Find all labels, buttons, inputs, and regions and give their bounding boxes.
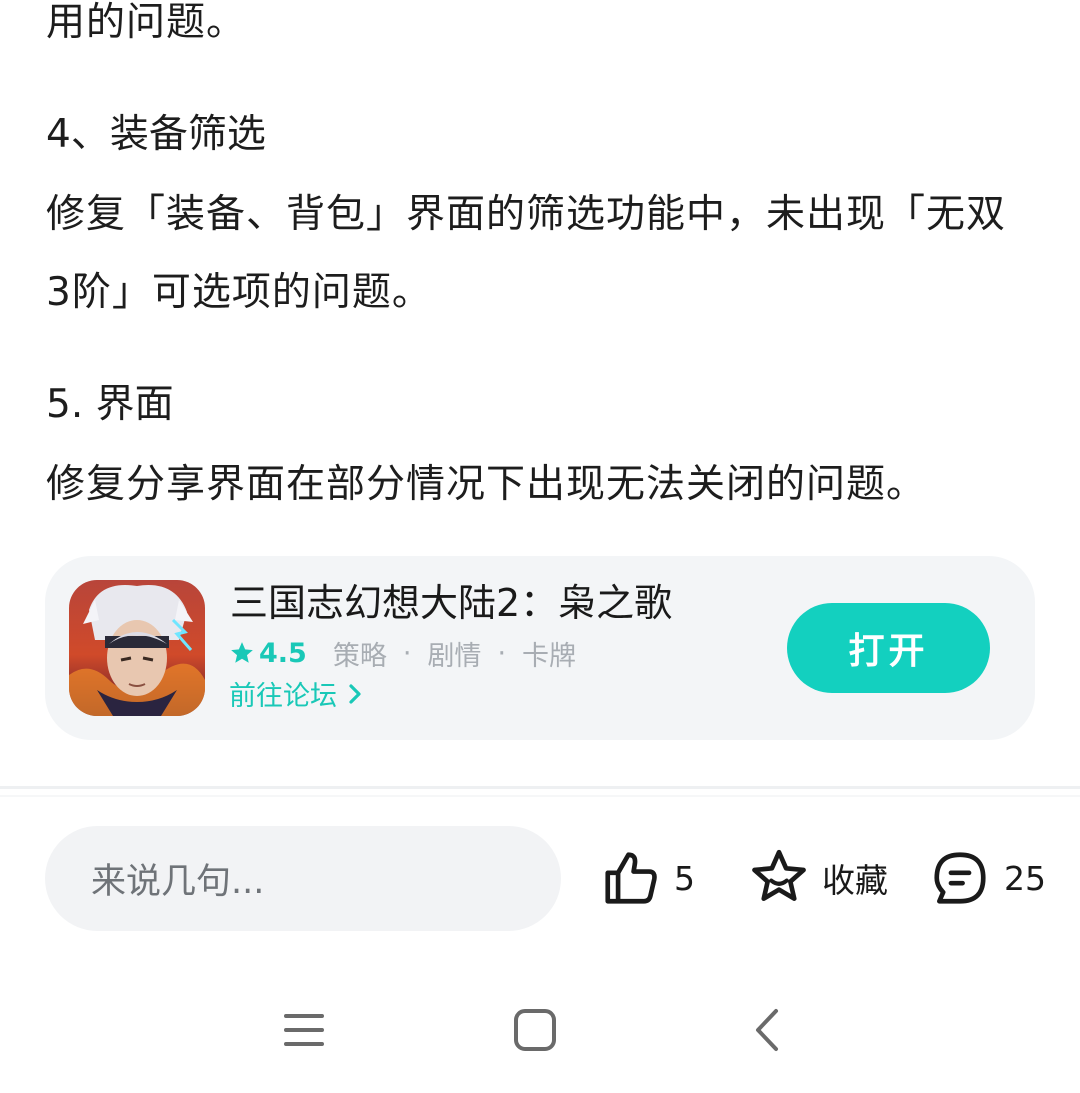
game-title[interactable]: 三国志幻想大陆2：枭之歌 [230,578,672,628]
star-outline-icon [748,847,810,909]
section-4-title: 4、装备筛选 [46,112,266,157]
open-game-button[interactable]: 打开 [787,603,990,693]
game-tag: 卡牌 [522,640,577,672]
divider [0,786,1080,789]
favorite-label: 收藏 [822,861,888,900]
system-nav-bar [0,1000,1080,1060]
comment-count: 25 [1004,858,1046,898]
home-icon[interactable] [505,1000,565,1060]
thumbs-up-icon [600,847,662,909]
section-4-body: 修复「装备、背包」界面的筛选功能中，未出现「无双3阶」可选项的问题。 [46,192,1007,315]
game-tag: 策略 [332,640,387,672]
game-meta: 4.5 策略 · 剧情 · 卡牌 [229,633,576,673]
like-count: 5 [674,858,695,898]
game-rating: 4.5 [259,637,307,669]
like-button[interactable]: 5 [600,845,695,911]
divider [0,795,1080,797]
game-card[interactable]: 三国志幻想大陆2：枭之歌 4.5 策略 · 剧情 · 卡牌 前往论坛 打开 [45,556,1035,740]
tag-separator: · [497,637,507,669]
menu-icon[interactable] [274,1000,334,1060]
forum-link-label: 前往论坛 [229,681,337,712]
forum-link[interactable]: 前往论坛 [229,674,365,713]
star-icon [229,640,255,666]
comment-input[interactable]: 来说几句... [45,826,561,931]
section-5-title: 5. 界面 [46,382,174,427]
chevron-right-icon [345,682,365,706]
section-5-body: 修复分享界面在部分情况下出现无法关闭的问题。 [46,462,927,507]
game-icon[interactable] [69,580,205,716]
favorite-button[interactable]: 收藏 [748,845,888,911]
comment-bubble-icon [928,847,992,909]
game-tag: 剧情 [427,640,482,672]
paragraph-end: 用的问题。 [46,0,247,45]
back-icon[interactable] [737,1000,797,1060]
app-screen: 用的问题。 4、装备筛选 修复「装备、背包」界面的筛选功能中，未出现「无双3阶」… [0,0,1080,1093]
comment-button[interactable]: 25 [928,845,1046,911]
tag-separator: · [402,637,412,669]
